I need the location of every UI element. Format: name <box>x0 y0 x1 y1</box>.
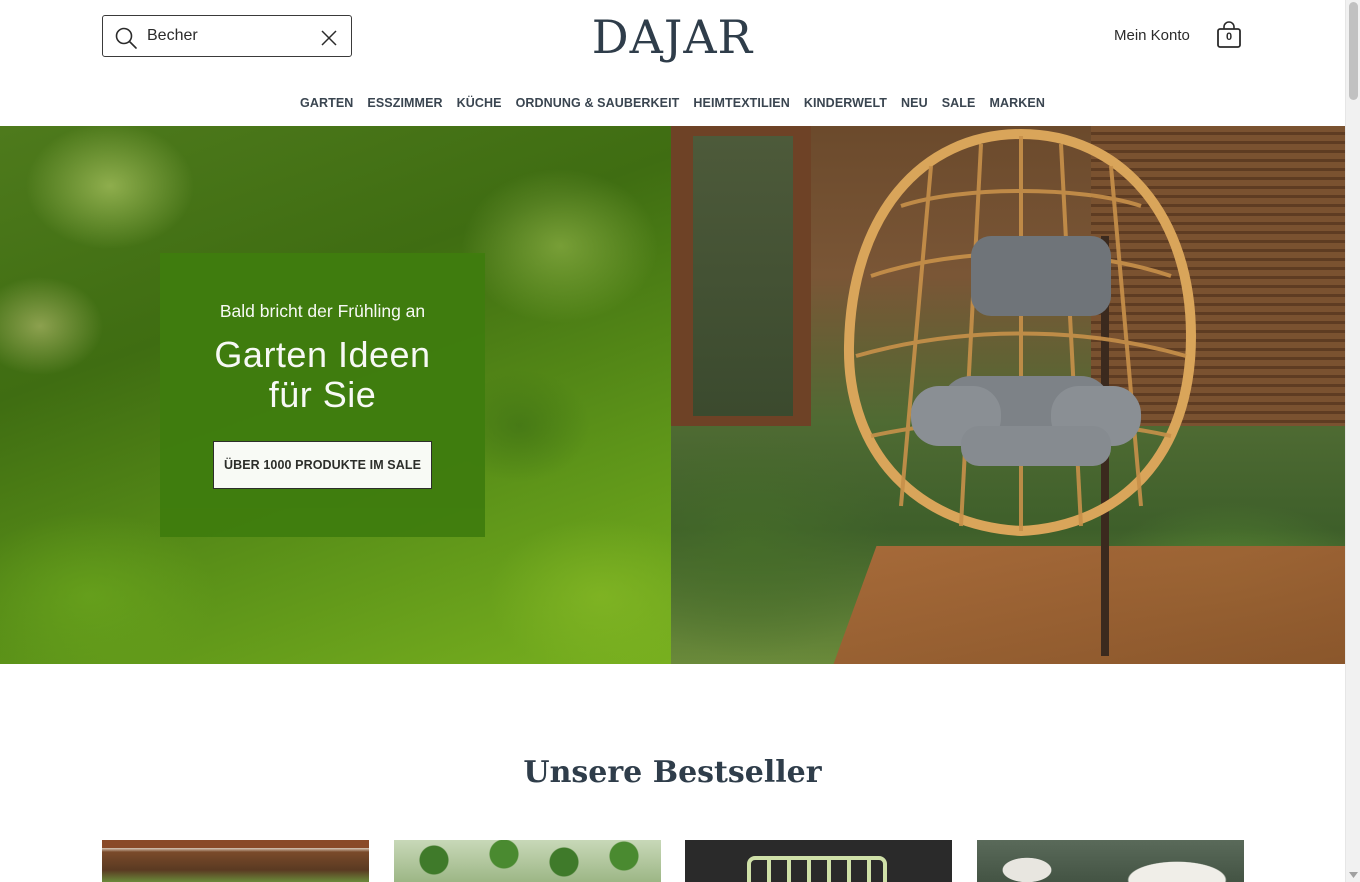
logo-text[interactable]: DAJAR <box>592 10 753 64</box>
nav-item-esszimmer[interactable]: ESSZIMMER <box>367 94 442 114</box>
cart-count-badge: 0 <box>1225 31 1233 43</box>
bestseller-grid <box>102 840 1244 882</box>
close-icon[interactable] <box>318 27 340 49</box>
nav-item-heimtextilien[interactable]: HEIMTEXTILIEN <box>693 94 789 114</box>
nav-item-marken[interactable]: MARKEN <box>989 94 1044 114</box>
search-input[interactable] <box>147 22 307 50</box>
product-card[interactable] <box>685 840 952 882</box>
scroll-down-arrow-icon[interactable] <box>1349 870 1358 880</box>
nav-item-kueche[interactable]: KÜCHE <box>457 94 502 114</box>
nav-item-ordnung-sauberkeit[interactable]: ORDNUNG & SAUBERKEIT <box>516 94 680 114</box>
promo-box: Bald bricht der Frühling an Garten Ideen… <box>160 253 485 537</box>
site-header: DAJAR Mein Konto 0 GARTEN ESSZIMMER KÜCH… <box>0 0 1345 126</box>
page: DAJAR Mein Konto 0 GARTEN ESSZIMMER KÜCH… <box>0 0 1345 882</box>
promo-title-line1: Garten Ideen <box>214 334 431 375</box>
hero-chair-image <box>671 126 1345 664</box>
search-icon[interactable] <box>114 26 138 50</box>
nav-item-kinderwelt[interactable]: KINDERWELT <box>804 94 887 114</box>
search-box[interactable] <box>102 15 352 57</box>
cart-button[interactable]: 0 <box>1216 21 1242 49</box>
hero-banner[interactable]: Bald bricht der Frühling an Garten Ideen… <box>0 126 1345 664</box>
nav-item-garten[interactable]: GARTEN <box>300 94 353 114</box>
promo-subtitle: Bald bricht der Frühling an <box>219 301 426 321</box>
scrollbar-thumb[interactable] <box>1349 2 1358 100</box>
product-card[interactable] <box>977 840 1244 882</box>
account-link[interactable]: Mein Konto <box>1114 27 1190 44</box>
product-card[interactable] <box>394 840 661 882</box>
promo-title-line2: für Sie <box>268 374 377 415</box>
main-nav: GARTEN ESSZIMMER KÜCHE ORDNUNG & SAUBERK… <box>0 94 1345 114</box>
bestseller-heading: Unsere Bestseller <box>523 755 822 790</box>
nav-item-neu[interactable]: NEU <box>901 94 928 114</box>
sale-cta-button[interactable]: ÜBER 1000 PRODUKTE IM SALE <box>213 441 432 489</box>
window-frame <box>671 126 811 426</box>
scrollbar[interactable] <box>1345 0 1360 882</box>
hanging-chair-illustration <box>843 128 1197 537</box>
promo-title: Garten Ideen für Sie <box>160 335 485 415</box>
nav-item-sale[interactable]: SALE <box>942 94 976 114</box>
product-card[interactable] <box>102 840 369 882</box>
wooden-deck <box>825 546 1345 664</box>
